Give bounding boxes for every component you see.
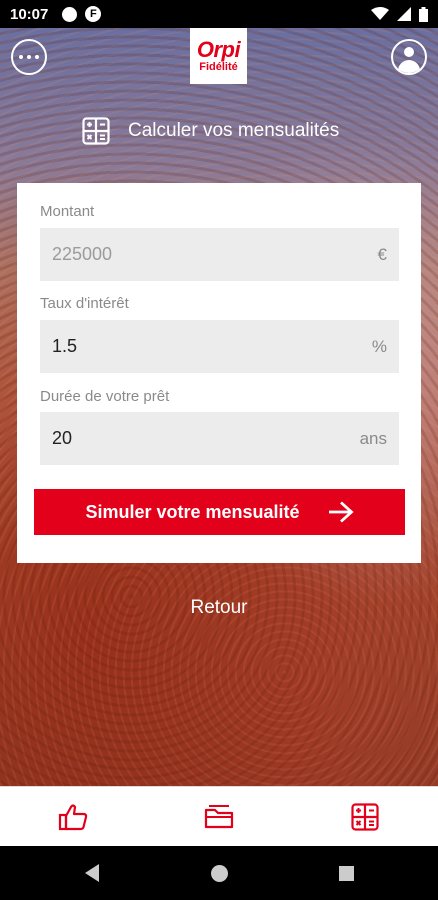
amount-label: Montant	[40, 203, 95, 220]
battery-icon	[419, 6, 428, 22]
duration-unit: ans	[359, 428, 387, 448]
nav-recents-button[interactable]	[283, 865, 410, 881]
user-icon	[404, 47, 414, 57]
arrow-right-icon	[328, 501, 354, 523]
profile-button[interactable]	[391, 39, 427, 75]
more-menu-button[interactable]	[11, 39, 47, 75]
signal-icon	[397, 7, 411, 21]
notification-dot-icon	[62, 6, 78, 22]
wifi-icon	[371, 7, 389, 20]
nav-item-calculator[interactable]	[292, 787, 438, 846]
status-time: 10:07	[10, 5, 49, 23]
amount-field[interactable]: €	[40, 228, 399, 281]
amount-unit: €	[377, 244, 387, 264]
more-horizontal-icon	[19, 55, 23, 59]
amount-input[interactable]	[52, 244, 378, 265]
nav-home-button[interactable]	[156, 864, 283, 882]
top-bar: Orpi Fidélité	[0, 28, 438, 88]
page-heading: Calculer vos mensualités	[82, 116, 339, 146]
rate-label: Taux d'intérêt	[40, 295, 129, 312]
loan-form-card: Montant € Taux d'intérêt % Durée de votr…	[17, 183, 421, 563]
android-nav-bar	[0, 846, 438, 900]
simulate-button-label: Simuler votre mensualité	[85, 501, 300, 522]
duration-field[interactable]: ans	[40, 412, 399, 465]
nav-back-button[interactable]	[29, 864, 156, 882]
page-title: Calculer vos mensualités	[128, 120, 340, 141]
simulate-button[interactable]: Simuler votre mensualité	[34, 489, 405, 535]
logo-brand: Orpi	[196, 37, 241, 62]
rate-unit: %	[371, 336, 387, 356]
rate-field[interactable]: %	[40, 320, 399, 373]
status-bar: 10:07 F	[0, 0, 438, 28]
folder-icon	[204, 804, 234, 828]
back-link[interactable]: Retour	[0, 597, 438, 619]
nav-item-folder[interactable]	[146, 787, 292, 846]
bottom-nav	[0, 786, 438, 846]
calculator-icon	[351, 802, 379, 831]
nav-item-like[interactable]	[0, 787, 146, 846]
duration-label: Durée de votre prêt	[40, 388, 170, 405]
logo-sub: Fidélité	[199, 61, 238, 73]
calculator-icon	[82, 117, 110, 145]
orpi-logo: Orpi Fidélité	[190, 28, 247, 84]
home-circle-icon	[210, 864, 228, 882]
app-notification-icon: F	[85, 6, 102, 22]
duration-input[interactable]	[52, 428, 360, 449]
recents-square-icon	[338, 865, 354, 881]
thumbs-up-icon	[58, 803, 88, 830]
rate-input[interactable]	[52, 336, 372, 357]
back-triangle-icon	[85, 864, 99, 882]
